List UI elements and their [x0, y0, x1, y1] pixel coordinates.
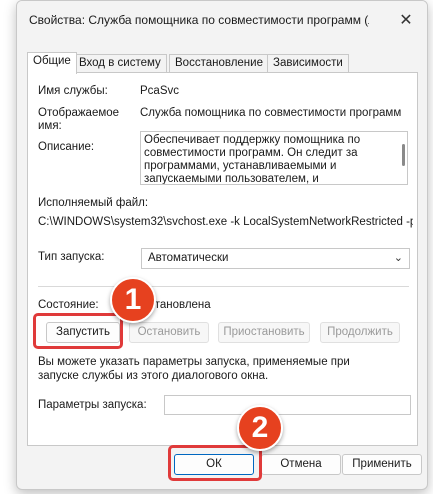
- display-name-label: Отображаемое имя:: [38, 107, 120, 132]
- step-1-badge: 1: [110, 277, 156, 323]
- description-textbox[interactable]: Обеспечивает поддержку помощника по совм…: [140, 131, 408, 185]
- executable-label: Исполняемый файл:: [38, 197, 149, 209]
- startup-type-dropdown[interactable]: Автоматически ⌄: [141, 248, 410, 269]
- tab-logon[interactable]: Вход в систему: [73, 54, 167, 73]
- service-name-label: Имя службы:: [38, 85, 108, 97]
- cancel-button[interactable]: Отмена: [261, 454, 341, 475]
- tab-general[interactable]: Общие: [27, 52, 77, 74]
- start-params-input[interactable]: [164, 395, 411, 415]
- startup-type-value: Автоматически: [148, 252, 229, 264]
- service-name-value: PcaSvc: [140, 85, 179, 97]
- start-params-label: Параметры запуска:: [38, 399, 147, 411]
- title-bar: Свойства: Служба помощника по совместимо…: [17, 1, 427, 41]
- window-title: Свойства: Служба помощника по совместимо…: [29, 13, 369, 27]
- description-label: Описание:: [38, 141, 95, 153]
- tab-dependencies[interactable]: Зависимости: [267, 54, 349, 73]
- pause-button[interactable]: Приостановить: [218, 322, 310, 343]
- resume-button[interactable]: Продолжить: [320, 322, 400, 343]
- start-button-highlight: [33, 313, 123, 349]
- tab-recovery[interactable]: Восстановление: [169, 54, 269, 73]
- chevron-down-icon: ⌄: [393, 252, 403, 264]
- display-name-value: Служба помощника по совместимости програ…: [140, 107, 402, 119]
- description-scrollbar[interactable]: [402, 144, 405, 166]
- divider: [38, 286, 409, 287]
- executable-path: C:\WINDOWS\system32\svchost.exe -k Local…: [38, 216, 413, 228]
- general-tab-panel: Имя службы: PcaSvc Отображаемое имя: Слу…: [27, 72, 418, 446]
- ok-button-highlight: [168, 445, 262, 481]
- description-text: Обеспечивает поддержку помощника по совм…: [144, 134, 361, 185]
- status-label: Состояние:: [38, 299, 99, 311]
- close-icon[interactable]: ✕: [395, 11, 417, 31]
- service-properties-dialog: Свойства: Служба помощника по совместимо…: [16, 0, 428, 490]
- stop-button[interactable]: Остановить: [129, 322, 209, 343]
- start-params-hint: Вы можете указать параметры запуска, при…: [38, 356, 350, 382]
- apply-button[interactable]: Применить: [342, 454, 422, 475]
- step-2-badge: 2: [237, 405, 283, 451]
- startup-type-label: Тип запуска:: [38, 251, 105, 263]
